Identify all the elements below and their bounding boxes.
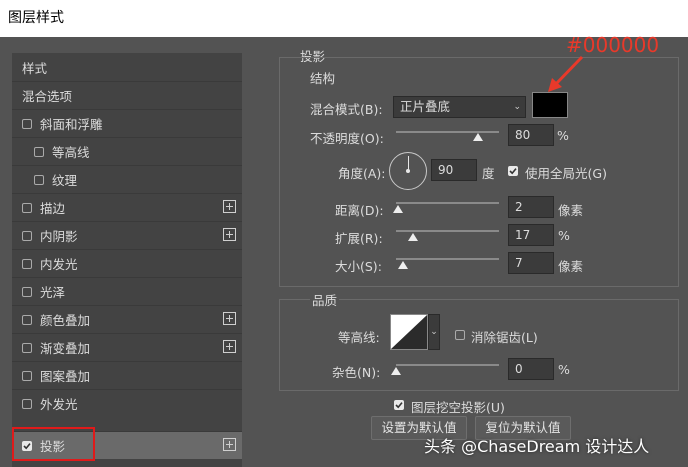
checkmark-icon (395, 402, 403, 409)
opacity-slider-track[interactable] (396, 131, 499, 133)
style-item-satin[interactable]: 光泽 (12, 277, 242, 305)
size-label: 大小(S): (335, 259, 382, 274)
style-item-label: 纹理 (52, 173, 78, 188)
style-item-texture[interactable]: 纹理 (12, 165, 242, 193)
angle-unit: 度 (482, 166, 495, 181)
checkbox[interactable] (22, 370, 32, 381)
shadow-color-swatch[interactable] (532, 92, 568, 118)
size-slider-track[interactable] (396, 258, 499, 260)
style-item-stroke[interactable]: 描边 (12, 193, 242, 221)
style-item-pattern-overlay[interactable]: 图案叠加 (12, 361, 242, 389)
noise-input[interactable]: 0 (508, 358, 554, 380)
spread-label: 扩展(R): (335, 231, 383, 246)
checkbox[interactable] (22, 314, 32, 325)
anti-alias-label: 消除锯齿(L) (471, 330, 538, 345)
size-slider-knob[interactable] (398, 261, 408, 269)
style-item-label: 描边 (40, 201, 66, 216)
style-item-gradient-overlay[interactable]: 渐变叠加 (12, 333, 242, 361)
chevron-down-icon: ⌄ (430, 327, 438, 337)
opacity-unit: % (557, 128, 569, 143)
blend-mode-select[interactable]: 正片叠底 ⌄ (393, 96, 526, 118)
add-icon[interactable] (223, 200, 236, 213)
style-item-label: 外发光 (40, 397, 78, 412)
contour-curve-icon (391, 315, 427, 349)
opacity-label: 不透明度(O): (310, 131, 384, 146)
styles-header[interactable]: 样式 (12, 53, 242, 81)
anti-alias-checkbox[interactable] (455, 330, 465, 340)
angle-dial[interactable] (389, 152, 427, 190)
style-item-label: 图案叠加 (40, 369, 91, 384)
angle-input[interactable]: 90 (431, 159, 477, 181)
style-item-label: 斜面和浮雕 (40, 117, 103, 132)
checkbox[interactable] (22, 118, 32, 129)
size-unit: 像素 (558, 259, 584, 274)
window-title: 图层样式 (0, 0, 688, 37)
noise-label: 杂色(N): (332, 365, 381, 380)
add-icon[interactable] (223, 438, 236, 451)
style-item-label: 颜色叠加 (40, 313, 91, 328)
opacity-slider-knob[interactable] (473, 133, 483, 141)
size-input[interactable]: 7 (508, 252, 554, 274)
checkbox[interactable] (22, 202, 32, 213)
noise-slider-track[interactable] (396, 364, 499, 366)
style-item-inner-shadow[interactable]: 内阴影 (12, 221, 242, 249)
styles-list: 样式 混合选项 斜面和浮雕 等高线 纹理 描边 内阴影 内发光 光泽 颜色叠加 … (12, 53, 242, 467)
spread-slider-knob[interactable] (408, 233, 418, 241)
checkbox[interactable] (22, 230, 32, 241)
blend-mode-label: 混合模式(B): (310, 102, 383, 117)
distance-slider-track[interactable] (396, 202, 499, 204)
watermark: 头条 @ChaseDream 设计达人 (424, 437, 650, 456)
spread-unit: % (558, 228, 570, 243)
style-item-label: 内发光 (40, 257, 78, 272)
contour-preview[interactable] (390, 314, 428, 350)
checkbox[interactable] (22, 286, 32, 297)
styles-header-label: 样式 (22, 60, 48, 76)
checkbox[interactable] (22, 342, 32, 353)
style-item-inner-glow[interactable]: 内发光 (12, 249, 242, 277)
checkbox[interactable] (34, 174, 44, 185)
chevron-down-icon: ⌄ (513, 102, 521, 112)
angle-center (406, 169, 410, 173)
distance-input[interactable]: 2 (508, 196, 554, 218)
style-item-outer-glow[interactable]: 外发光 (12, 389, 242, 417)
style-item-label: 渐变叠加 (40, 341, 91, 356)
spread-slider-track[interactable] (396, 230, 499, 232)
blend-options-label: 混合选项 (22, 89, 73, 104)
opacity-input[interactable]: 80 (508, 124, 554, 146)
global-light-checkbox[interactable] (508, 166, 518, 176)
contour-dropdown[interactable]: ⌄ (428, 314, 440, 350)
distance-label: 距离(D): (335, 203, 384, 218)
quality-title: 品质 (310, 290, 340, 309)
global-light-label: 使用全局光(G) (525, 166, 607, 181)
style-item-label: 等高线 (52, 145, 90, 160)
style-item-contour[interactable]: 等高线 (12, 137, 242, 165)
checkbox[interactable] (34, 146, 44, 157)
layer-style-dialog: 样式 混合选项 斜面和浮雕 等高线 纹理 描边 内阴影 内发光 光泽 颜色叠加 … (0, 33, 688, 467)
noise-unit: % (558, 362, 570, 377)
highlight-box (12, 427, 95, 461)
add-icon[interactable] (223, 340, 236, 353)
knockout-label: 图层挖空投影(U) (411, 400, 505, 415)
angle-label: 角度(A): (338, 166, 386, 181)
structure-title: 结构 (310, 71, 336, 86)
distance-slider-knob[interactable] (393, 205, 403, 213)
blend-options-item[interactable]: 混合选项 (12, 81, 242, 109)
checkbox[interactable] (22, 398, 32, 409)
spread-input[interactable]: 17 (508, 224, 554, 246)
noise-slider-knob[interactable] (391, 367, 401, 375)
add-icon[interactable] (223, 312, 236, 325)
checkmark-icon (509, 168, 517, 175)
style-item-label: 光泽 (40, 285, 66, 300)
blend-mode-value: 正片叠底 (400, 99, 451, 114)
style-item-label: 内阴影 (40, 229, 78, 244)
annotation-arrow-icon (548, 55, 584, 92)
checkbox[interactable] (22, 258, 32, 269)
contour-label: 等高线: (338, 330, 380, 345)
distance-unit: 像素 (558, 203, 584, 218)
knockout-checkbox[interactable] (394, 400, 404, 410)
add-icon[interactable] (223, 228, 236, 241)
style-item-color-overlay[interactable]: 颜色叠加 (12, 305, 242, 333)
style-item-bevel-emboss[interactable]: 斜面和浮雕 (12, 109, 242, 137)
